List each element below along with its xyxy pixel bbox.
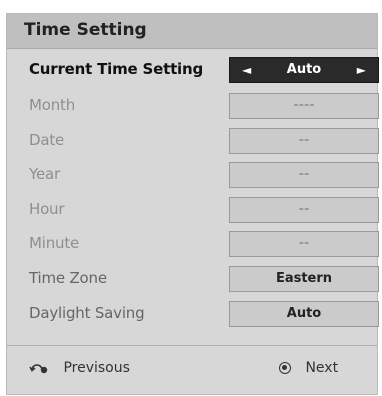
row-daylight-saving[interactable]: Daylight Saving Auto xyxy=(7,294,379,330)
row-time-zone[interactable]: Time Zone Eastern xyxy=(7,259,379,295)
arrow-right-icon[interactable]: ► xyxy=(357,58,366,82)
row-minute: Minute -- xyxy=(7,224,379,260)
hour-label: Hour xyxy=(29,200,65,218)
page-title: Time Setting xyxy=(24,20,147,40)
back-arrow-icon xyxy=(29,364,48,374)
row-current-time-setting[interactable]: Current Time Setting ◄ Auto ► xyxy=(7,50,379,86)
daylight-saving-value-box[interactable]: Auto xyxy=(229,301,379,327)
minute-value-box: -- xyxy=(229,231,379,257)
date-label: Date xyxy=(29,131,65,149)
month-value-box: ---- xyxy=(229,93,379,119)
previous-label: Previsous xyxy=(63,360,130,376)
current-time-setting-label: Current Time Setting xyxy=(29,60,204,78)
minute-label: Minute xyxy=(29,234,80,252)
arrow-left-icon[interactable]: ◄ xyxy=(242,58,251,82)
year-label: Year xyxy=(29,165,60,183)
next-button[interactable]: Next xyxy=(279,360,338,376)
daylight-saving-label: Daylight Saving xyxy=(29,304,145,322)
row-year: Year -- xyxy=(7,155,379,191)
current-time-setting-selector[interactable]: ◄ Auto ► xyxy=(229,57,379,83)
ok-button-icon xyxy=(279,362,291,374)
time-zone-label: Time Zone xyxy=(29,269,107,287)
date-value-box: -- xyxy=(229,128,379,154)
hour-value-box: -- xyxy=(229,197,379,223)
row-month: Month ---- xyxy=(7,86,379,122)
time-setting-panel: Time Setting Current Time Setting ◄ Auto… xyxy=(6,13,379,396)
current-time-setting-value: Auto xyxy=(286,62,322,77)
footer: Previsous Next xyxy=(7,346,377,396)
time-zone-value-box[interactable]: Eastern xyxy=(229,266,379,292)
next-label: Next xyxy=(305,360,339,376)
year-value-box: -- xyxy=(229,162,379,188)
title-bar: Time Setting xyxy=(7,14,377,49)
month-label: Month xyxy=(29,96,76,114)
previous-button[interactable]: Previsous xyxy=(29,360,130,376)
row-hour: Hour -- xyxy=(7,190,379,226)
row-date: Date -- xyxy=(7,121,379,157)
